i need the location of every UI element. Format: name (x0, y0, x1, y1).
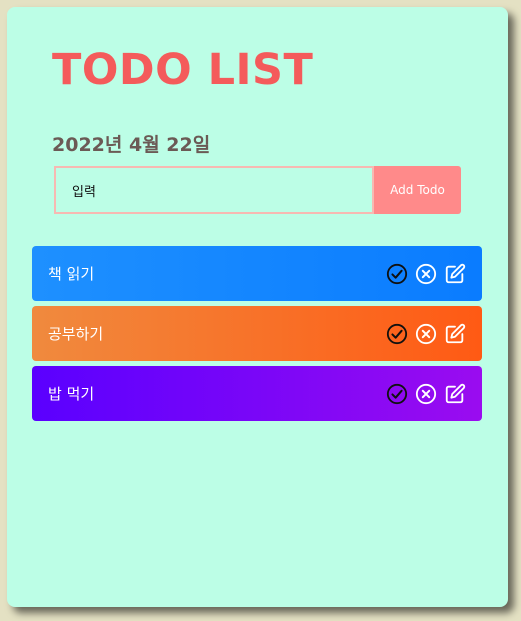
add-todo-button[interactable]: Add Todo (374, 166, 461, 214)
todo-actions (386, 383, 466, 405)
todo-list: 책 읽기 공부하기 밥 먹기 (32, 246, 482, 426)
todo-card: TODO LIST 2022년 4월 22일 Add Todo 책 읽기 공부하… (7, 7, 508, 607)
check-circle-icon[interactable] (386, 323, 408, 345)
todo-label: 책 읽기 (48, 265, 95, 283)
todo-label: 밥 먹기 (48, 385, 95, 403)
check-circle-icon[interactable] (386, 383, 408, 405)
check-circle-icon[interactable] (386, 263, 408, 285)
edit-icon[interactable] (444, 263, 466, 285)
todo-label: 공부하기 (48, 325, 104, 343)
todo-item: 책 읽기 (32, 246, 482, 301)
edit-icon[interactable] (444, 323, 466, 345)
edit-icon[interactable] (444, 383, 466, 405)
page-title: TODO LIST (52, 45, 314, 95)
todo-item: 밥 먹기 (32, 366, 482, 421)
todo-actions (386, 323, 466, 345)
todo-form: Add Todo (54, 166, 461, 214)
x-circle-icon[interactable] (415, 323, 437, 345)
x-circle-icon[interactable] (415, 263, 437, 285)
x-circle-icon[interactable] (415, 383, 437, 405)
todo-actions (386, 263, 466, 285)
todo-item: 공부하기 (32, 306, 482, 361)
current-date: 2022년 4월 22일 (52, 134, 211, 156)
todo-input[interactable] (54, 166, 374, 214)
